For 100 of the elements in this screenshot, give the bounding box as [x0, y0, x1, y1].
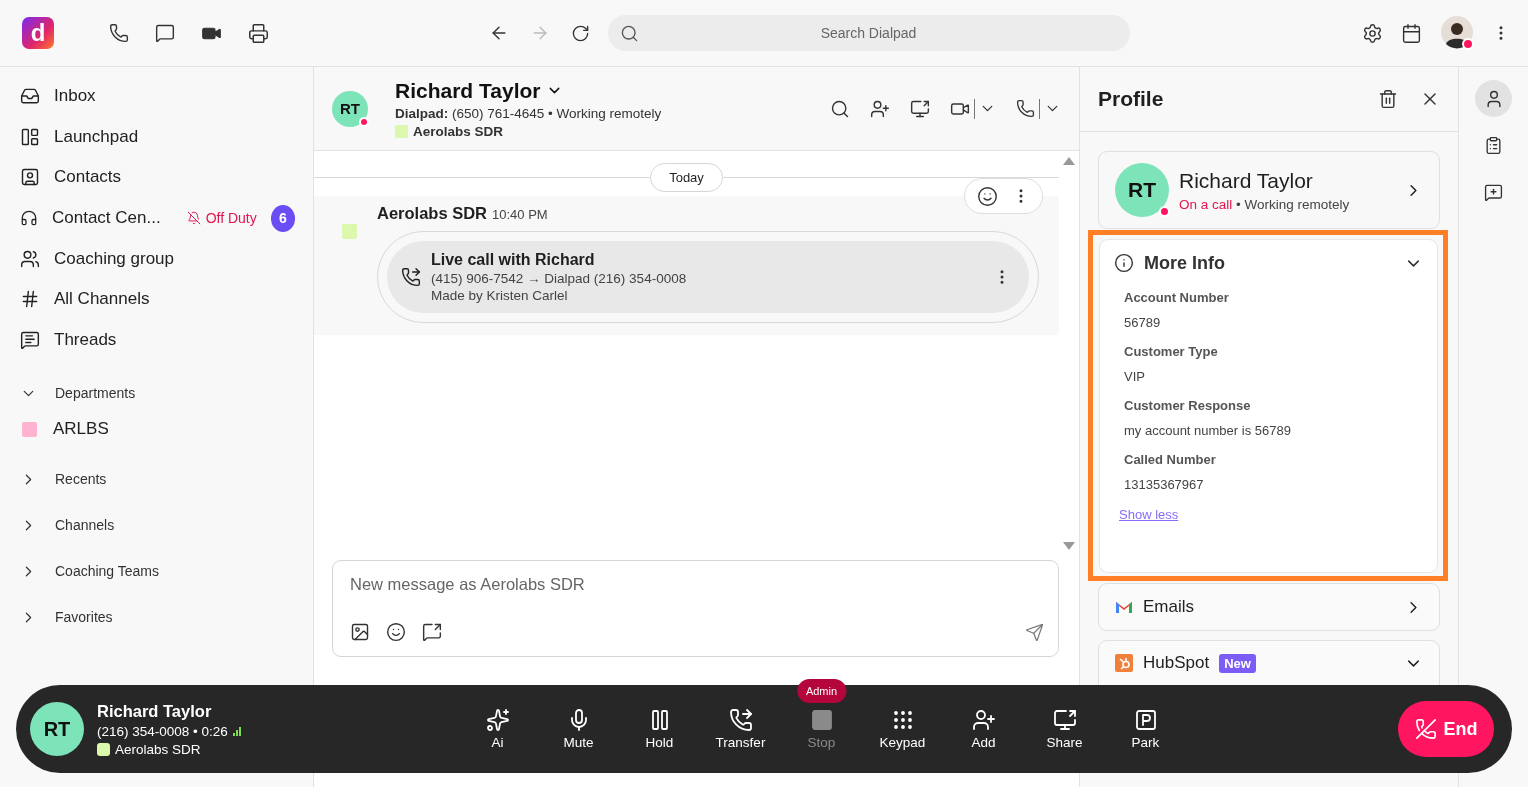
sidebar-item[interactable]: Threads	[20, 319, 295, 361]
count-badge: 6	[270, 204, 295, 232]
sidebar-item[interactable]: All Channels	[20, 278, 295, 320]
contact-avatar: RT	[1115, 163, 1169, 217]
call-control[interactable]: Keypad	[862, 701, 943, 757]
department-swatch	[97, 742, 110, 756]
search-field[interactable]: Search Dialpad	[608, 15, 1130, 51]
caller-name: Richard Taylor	[97, 701, 213, 721]
chat-icon[interactable]	[155, 23, 175, 43]
outgoing-call-icon	[401, 267, 421, 287]
section-header[interactable]: Departments	[20, 375, 295, 412]
department-label: ARLBS	[53, 419, 109, 440]
call-route: (415) 906-7542 → Dialpad (216) 354-0008	[431, 271, 688, 286]
emoji-icon[interactable]	[977, 185, 998, 207]
department-item[interactable]: ARLBS	[20, 411, 295, 448]
screen-share-icon	[1052, 708, 1077, 732]
section-label: Recents	[55, 471, 107, 488]
integration-card[interactable]: Emails	[1098, 583, 1440, 631]
profile-icon[interactable]	[1475, 80, 1512, 117]
caller-number: (216) 354-0008 • 0:26	[97, 723, 228, 739]
reload-icon[interactable]	[571, 23, 590, 43]
scroll-up-icon[interactable]	[1063, 157, 1075, 165]
search-input[interactable]: Search Dialpad	[647, 24, 1118, 42]
contact-avatar: RT	[332, 90, 368, 127]
contact-name-dropdown[interactable]: Richard Taylor	[395, 78, 803, 103]
panel-title: Profile	[1098, 87, 1165, 111]
add-person-icon[interactable]	[870, 98, 890, 119]
hang-up-icon	[1414, 718, 1437, 740]
avatar-icon[interactable]	[1440, 16, 1474, 50]
sidebar-item-label: Launchpad	[54, 126, 139, 147]
show-less-link[interactable]: Show less	[1119, 507, 1179, 522]
section-header[interactable]: Channels	[20, 507, 295, 544]
sidebar-item-label: Contact Cen...	[51, 208, 161, 229]
call-control[interactable]: Add	[943, 701, 1024, 757]
hub-logo-icon	[1115, 654, 1133, 672]
info-icon	[1114, 253, 1134, 273]
sidebar-item[interactable]: Contacts	[20, 157, 295, 198]
calendar-icon[interactable]	[1401, 22, 1422, 44]
call-card[interactable]: Live call with Richard (415) 906-7542 → Dialpad (216) 354-0008 Made by Kristen Carlel	[387, 241, 1029, 313]
date-divider: Today	[650, 163, 723, 192]
call-control[interactable]: Share	[1024, 701, 1105, 757]
contact-card[interactable]: RT Richard Taylor On a call • Working remotely	[1098, 151, 1440, 229]
parking-icon	[1133, 708, 1158, 732]
trash-icon[interactable]	[1378, 89, 1398, 109]
message-composer[interactable]: New message as Aerolabs SDR	[332, 560, 1059, 657]
call-control[interactable]: Transfer	[700, 701, 781, 757]
people-icon	[20, 248, 40, 269]
department-label: Aerolabs SDR	[115, 741, 201, 757]
field-value: VIP	[1124, 369, 1146, 384]
sidebar-item[interactable]: Inbox	[20, 76, 295, 117]
sidebar-item[interactable]: Coaching group	[20, 238, 295, 279]
status-label: Off Duty	[186, 210, 257, 227]
app-logo[interactable]: d	[22, 17, 54, 49]
department-swatch	[395, 124, 408, 138]
message-sender: Aerolabs SDR 10:40 PM	[377, 204, 549, 223]
sidebar-item[interactable]: Contact Cen... Off Duty 6	[20, 197, 295, 239]
field-value: my account number is 56789	[1124, 423, 1292, 438]
message-input[interactable]: New message as Aerolabs SDR	[350, 575, 1044, 594]
field-label: Called Number	[1124, 452, 1217, 467]
section-label: Channels	[55, 517, 115, 534]
field-value: 56789	[1124, 315, 1162, 330]
call-control[interactable]: Park	[1105, 701, 1186, 757]
integration-name: Emails	[1143, 597, 1194, 617]
field-value: 13135367967	[1124, 477, 1205, 492]
call-control[interactable]: Hold	[619, 701, 700, 757]
bell-off-icon	[186, 211, 201, 226]
end-call-button[interactable]: End	[1398, 701, 1494, 757]
sidebar-item-label: Contacts	[54, 167, 122, 188]
more-info-toggle[interactable]: More Info	[1114, 250, 1423, 276]
field-label: Customer Type	[1124, 344, 1219, 359]
section-header[interactable]: Recents	[20, 461, 295, 498]
field-label: Account Number	[1124, 290, 1230, 305]
emoji-icon[interactable]	[386, 622, 406, 642]
section-header[interactable]: Coaching Teams	[20, 553, 295, 590]
new-tag: New	[1219, 653, 1256, 673]
integration-card[interactable]: HubSpot New	[1098, 640, 1440, 686]
threads-icon	[20, 329, 40, 350]
sender-swatch	[342, 224, 357, 239]
send-icon[interactable]	[1025, 622, 1044, 642]
contact-name: Richard Taylor	[1179, 168, 1314, 193]
sidebar-item-label: Threads	[54, 329, 117, 350]
screen-share-icon[interactable]	[910, 98, 930, 119]
signal-icon	[232, 726, 241, 736]
scroll-down-icon[interactable]	[1063, 542, 1075, 550]
section-header[interactable]: Favorites	[20, 599, 295, 636]
settings-icon[interactable]	[1362, 22, 1383, 44]
image-icon[interactable]	[350, 622, 370, 642]
contact-line: Dialpad: (650) 761-4645 • Working remotely	[395, 105, 663, 121]
sidebar-item-label: All Channels	[54, 289, 150, 310]
search-icon[interactable]	[830, 98, 850, 119]
phone-icon[interactable]	[1016, 99, 1035, 118]
call-title: Live call with Richard	[431, 251, 596, 269]
call-control[interactable]: Ai	[457, 701, 538, 757]
field-label: Customer Response	[1124, 398, 1252, 413]
call-control[interactable]: Mute	[538, 701, 619, 757]
sidebar-item[interactable]: Launchpad	[20, 116, 295, 158]
phone-icon[interactable]	[109, 23, 129, 43]
stop-icon	[809, 708, 834, 732]
printer-icon[interactable]	[248, 22, 269, 44]
add-person-icon	[971, 708, 996, 732]
